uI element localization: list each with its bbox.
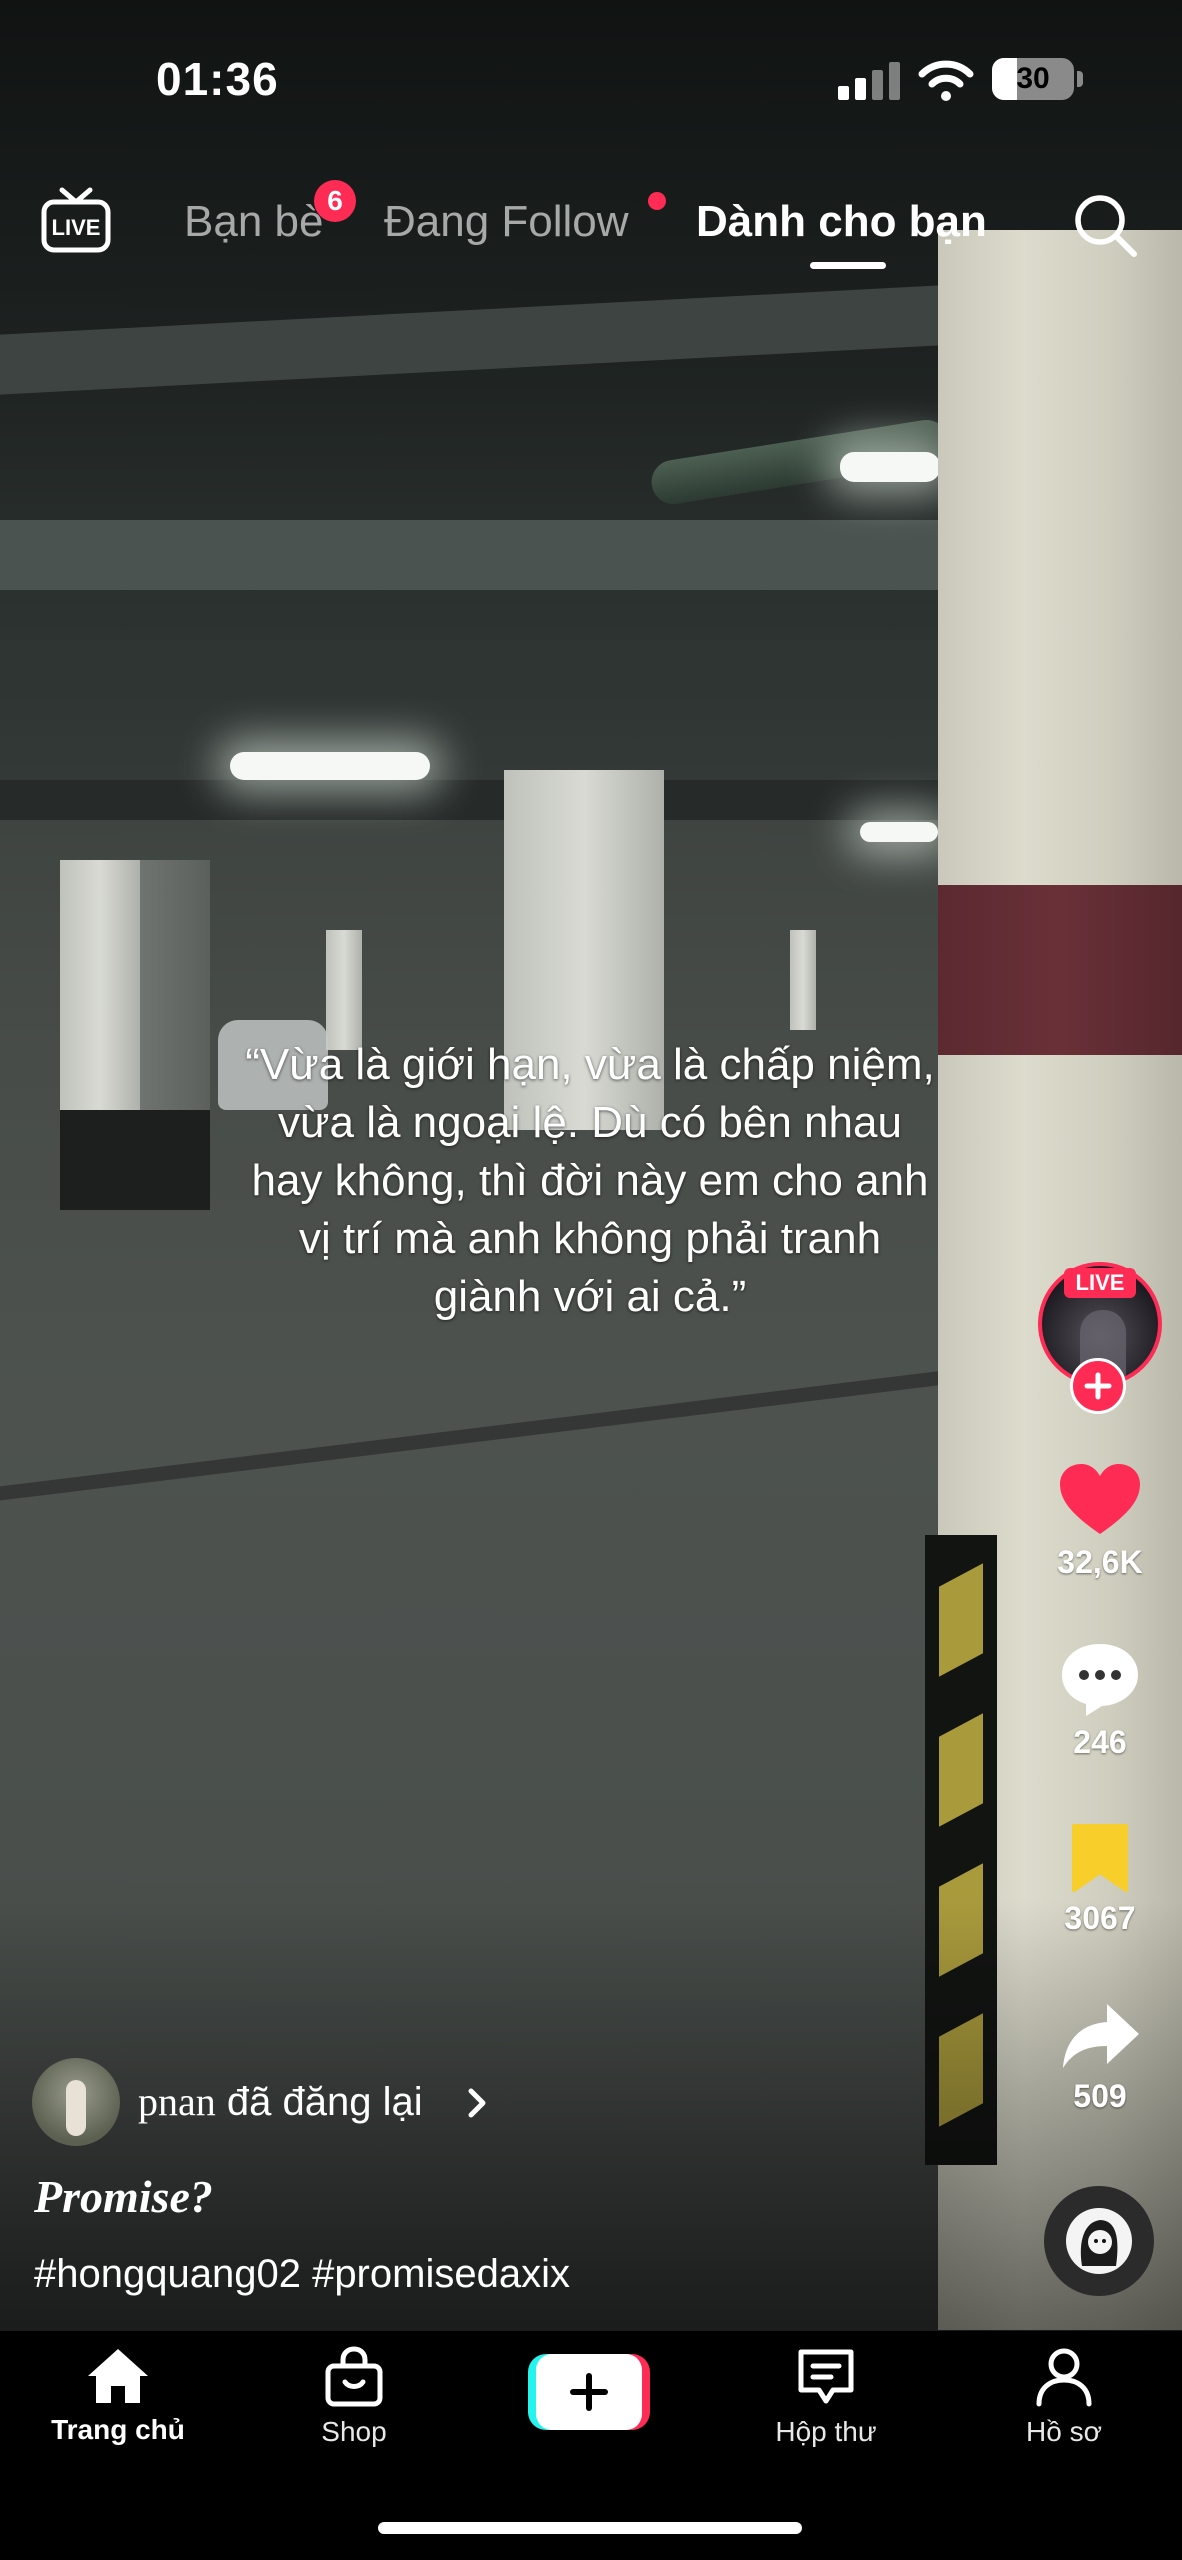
shopping-bag-icon [325, 2346, 383, 2407]
home-icon [88, 2349, 148, 2403]
nav-home-label: Trang chủ [51, 2414, 185, 2445]
video-scene-red-band [938, 885, 1182, 1055]
creator-live-badge: LIVE [1064, 1268, 1136, 1298]
share-button[interactable]: 509 [1038, 2000, 1162, 2115]
profile-person-icon [1036, 2348, 1092, 2407]
following-new-dot [648, 192, 666, 210]
video-scene-pillar-band [60, 1110, 140, 1210]
post-hashtags[interactable]: #hongquang02 #promisedaxix [34, 2252, 570, 2297]
nav-shop-label: Shop [321, 2416, 387, 2447]
video-scene-light [860, 822, 938, 842]
reposter-username[interactable]: pnan [138, 2079, 216, 2124]
nav-inbox[interactable]: Hộp thư [736, 2346, 916, 2448]
video-scene-light [840, 452, 940, 482]
chevron-right-icon[interactable] [462, 2086, 492, 2120]
battery-tip [1077, 71, 1083, 87]
heart-icon [1060, 1464, 1140, 1534]
share-arrow-icon [1063, 2004, 1139, 2068]
video-scene-beam [0, 520, 940, 590]
follow-button[interactable] [1070, 1358, 1126, 1414]
video-text-overlay: “Vừa là giới hạn, vừa là chấp niệm, vừa … [245, 1040, 935, 1321]
reposter-avatar[interactable] [32, 2058, 120, 2146]
nav-profile-label: Hồ sơ [1026, 2416, 1102, 2447]
battery-icon: 30 [992, 58, 1074, 100]
video-scene-beam [0, 780, 940, 820]
cellular-signal-icon [838, 62, 900, 100]
save-count: 3067 [1064, 1900, 1136, 1936]
video-scene-light [230, 752, 430, 780]
create-button[interactable] [528, 2354, 650, 2430]
home-indicator[interactable] [378, 2522, 802, 2534]
video-scene-beam [0, 640, 940, 700]
music-cover-art [1080, 2220, 1118, 2266]
video-scene-pillar-band [140, 1110, 210, 1210]
reposter-avatar-figure [66, 2080, 86, 2136]
nav-home[interactable]: Trang chủ [28, 2346, 208, 2446]
bookmark-icon [1072, 1824, 1128, 1892]
plus-icon [570, 2373, 608, 2411]
search-icon[interactable] [1070, 190, 1140, 260]
create-button-face [536, 2354, 642, 2430]
status-time: 01:36 [156, 53, 279, 105]
tab-for-you[interactable]: Dành cho bạn [696, 196, 987, 248]
live-tv-icon[interactable]: LIVE [40, 186, 112, 256]
music-cover-image [1066, 2208, 1132, 2274]
repost-text: đã đăng lại [226, 2080, 423, 2124]
nav-inbox-label: Hộp thư [775, 2416, 877, 2447]
comment-count: 246 [1073, 1724, 1127, 1760]
repost-info[interactable]: pnan đã đăng lại [138, 2076, 423, 2128]
nav-shop[interactable]: Shop [264, 2346, 444, 2448]
save-button[interactable]: 3067 [1038, 1822, 1162, 1937]
video-scene-pillar [790, 930, 816, 1030]
inbox-message-icon [798, 2349, 854, 2404]
wifi-icon [918, 60, 974, 101]
tab-friends[interactable]: Bạn bè [184, 196, 323, 248]
like-button[interactable]: 32,6K [1038, 1462, 1162, 1581]
active-tab-indicator [810, 262, 886, 269]
nav-profile[interactable]: Hồ sơ [974, 2346, 1154, 2448]
video-scene-floor-line [0, 1369, 958, 1505]
music-disc[interactable] [1044, 2186, 1154, 2296]
tab-following[interactable]: Đang Follow [384, 196, 629, 248]
friends-notification-badge: 6 [314, 180, 356, 222]
video-scene-pillar [326, 930, 362, 1050]
like-count: 32,6K [1057, 1544, 1143, 1580]
share-count: 509 [1073, 2078, 1127, 2114]
battery-level: 30 [1016, 62, 1050, 95]
live-tv-label: LIVE [52, 215, 101, 240]
comment-button[interactable]: 246 [1038, 1640, 1162, 1761]
post-title: Promise? [34, 2171, 213, 2222]
comment-bubble-icon [1062, 1644, 1138, 1716]
plus-icon [1084, 1372, 1112, 1400]
